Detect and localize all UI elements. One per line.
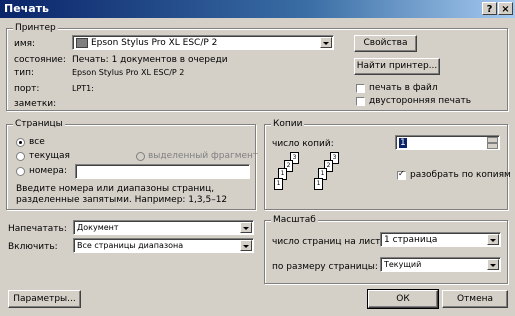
collate-checkbox[interactable] [397, 169, 406, 180]
print-what-value: Документ [77, 223, 119, 232]
duplex-checkbox[interactable] [356, 97, 365, 106]
pages-hint: Введите номера или диапазоны страниц, ра… [16, 184, 228, 205]
printer-status-label: состояние: [14, 55, 66, 65]
printer-port-label: порт: [14, 84, 40, 94]
pages-selection-radio[interactable] [136, 152, 145, 161]
chevron-down-icon[interactable] [320, 37, 332, 48]
collate-pages-icon: 3 2 1 1 3 2 1 1 [272, 152, 342, 202]
cancel-button[interactable]: Отмена [442, 290, 508, 308]
include-label: Включить: [8, 242, 58, 252]
printer-notes-label: заметки: [14, 99, 57, 109]
print-what-label: Напечатать: [8, 224, 67, 234]
ok-button[interactable]: ОК [367, 289, 439, 309]
fit-value: Текущий [384, 260, 422, 269]
pages-numbers-label: номера: [29, 166, 67, 176]
pages-selection-label: выделенный фрагмент [148, 151, 259, 161]
printer-type-label: тип: [14, 68, 35, 78]
params-button[interactable]: Параметры... [8, 290, 81, 308]
pages-group-label: Страницы [13, 119, 65, 129]
include-value: Все страницы диапазона [77, 241, 184, 250]
title-bar: Печать ? × [0, 0, 515, 18]
pages-current-radio[interactable] [16, 152, 25, 161]
pages-current-label: текущая [29, 151, 70, 161]
printer-name-value: Epson Stylus Pro XL ESC/P 2 [91, 38, 218, 48]
pages-all-label: все [29, 137, 45, 147]
per-sheet-label: число страниц на листе: [272, 237, 389, 247]
fit-select[interactable]: Текущий [380, 257, 501, 272]
close-button[interactable]: × [498, 2, 513, 15]
scale-group: Масштаб [264, 215, 508, 284]
printer-status-value: Печать: 1 документов в очереди [72, 55, 228, 65]
printer-name-select[interactable]: Epson Stylus Pro XL ESC/P 2 [72, 35, 334, 50]
pages-numbers-input[interactable] [75, 164, 250, 179]
spin-down-icon[interactable] [487, 143, 498, 149]
chevron-down-icon[interactable] [487, 234, 499, 245]
printer-group-label: Принтер [13, 23, 58, 33]
find-printer-button[interactable]: Найти принтер... [354, 58, 440, 75]
pages-all-radio[interactable] [16, 138, 25, 147]
fit-label: по размеру страницы: [272, 262, 378, 272]
chevron-down-icon[interactable] [240, 240, 252, 251]
chevron-down-icon[interactable] [240, 222, 252, 233]
properties-button[interactable]: Свойства [354, 35, 417, 52]
print-to-file-checkbox[interactable] [356, 84, 365, 93]
copies-group-label: Копии [271, 119, 305, 129]
print-to-file-label: печать в файл [369, 83, 438, 93]
per-sheet-value: 1 страница [384, 235, 438, 245]
pages-numbers-radio[interactable] [16, 167, 25, 176]
scale-group-label: Масштаб [271, 215, 318, 225]
collate-label: разобрать по копиям [410, 170, 511, 180]
copies-count-value: 1 [399, 138, 407, 148]
printer-icon [76, 38, 88, 48]
print-what-select[interactable]: Документ [73, 220, 254, 235]
duplex-label: двусторонняя печать [369, 96, 472, 106]
include-select[interactable]: Все страницы диапазона [73, 238, 254, 253]
copies-count-spinner[interactable]: 1 [395, 135, 500, 150]
printer-name-label: имя: [14, 39, 36, 49]
per-sheet-select[interactable]: 1 страница [380, 232, 501, 247]
help-button[interactable]: ? [482, 2, 497, 15]
printer-port-value: LPT1: [72, 84, 94, 93]
chevron-down-icon[interactable] [487, 259, 499, 270]
copies-count-label: число копий: [272, 139, 334, 149]
printer-type-value: Epson Stylus Pro XL ESC/P 2 [72, 68, 185, 77]
window-title: Печать [4, 2, 49, 15]
